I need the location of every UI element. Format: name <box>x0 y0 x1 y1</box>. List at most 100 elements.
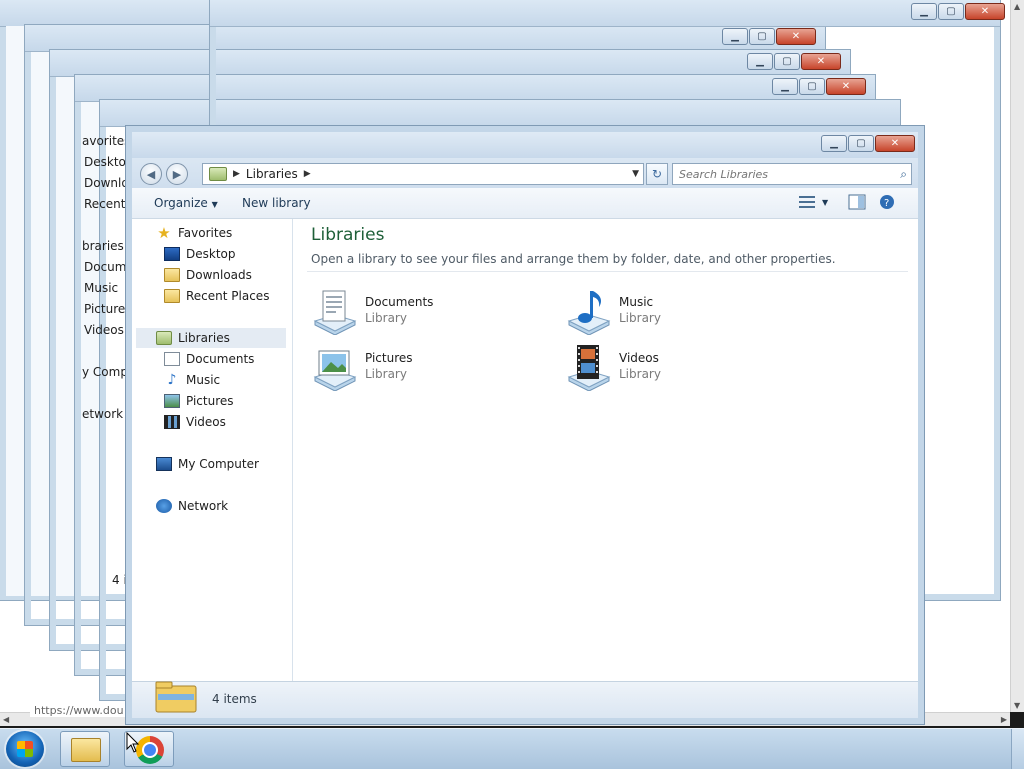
new-library-button[interactable]: New library <box>242 196 311 210</box>
minimize-button[interactable]: ▁ <box>821 135 847 152</box>
close-button[interactable]: ✕ <box>875 135 915 152</box>
library-type: Library <box>365 367 407 381</box>
nav-favorites-label: Favorites <box>178 226 233 240</box>
music-icon: ♪ <box>167 372 177 388</box>
browser-status-url: https://www.dou <box>30 704 128 717</box>
search-icon[interactable]: ⌕ <box>900 167 907 182</box>
videos-library-icon <box>567 345 611 391</box>
ghost-nav-libraries: braries <box>82 239 124 253</box>
ghost-nav-pictures: Pictures <box>84 302 132 316</box>
nav-desktop-label: Desktop <box>186 247 236 261</box>
search-input[interactable] <box>673 166 881 182</box>
library-name: Pictures <box>365 351 413 365</box>
close-icon: ✕ <box>965 3 1005 20</box>
nav-music-label: Music <box>186 373 221 387</box>
window-titlebar[interactable]: ▁ ▢ ✕ <box>132 132 918 158</box>
ghost-nav-videos: Videos <box>84 323 124 337</box>
show-desktop-button[interactable] <box>1011 729 1024 769</box>
scroll-left-arrow-icon[interactable]: ◀ <box>3 715 9 724</box>
scroll-down-arrow-icon[interactable]: ▼ <box>1014 701 1020 710</box>
explorer-folder-icon <box>71 738 101 762</box>
mouse-cursor-icon <box>126 732 140 753</box>
page-subtitle: Open a library to see your files and arr… <box>311 252 836 266</box>
downloads-folder-icon <box>164 268 180 282</box>
background-vertical-scrollbar[interactable]: ▲ ▼ <box>1010 0 1024 712</box>
nav-my-computer[interactable]: My Computer <box>156 454 259 474</box>
nav-documents[interactable]: Documents <box>164 349 254 369</box>
back-button[interactable]: ◀ <box>140 163 162 185</box>
videos-icon <box>164 415 180 429</box>
change-view-icon[interactable] <box>798 194 816 210</box>
ghost-nav-favorites: avorites <box>82 134 131 148</box>
header-divider <box>307 271 908 272</box>
library-name: Videos <box>619 351 659 365</box>
nav-pictures-label: Pictures <box>186 394 234 408</box>
nav-music[interactable]: ♪ Music <box>164 370 221 390</box>
ghost-nav-music: Music <box>84 281 119 295</box>
minimize-icon: ▁ <box>911 3 937 20</box>
desktop-icon <box>164 247 180 261</box>
pictures-library-icon <box>313 350 357 391</box>
network-icon <box>156 499 172 513</box>
nav-downloads[interactable]: Downloads <box>164 265 252 285</box>
view-options-chevron-icon[interactable]: ▼ <box>822 198 828 207</box>
ghost-nav-desktop: Deskto <box>84 155 126 169</box>
ghost-item-count: 4 i <box>112 573 127 587</box>
nav-network[interactable]: Network <box>156 496 228 516</box>
taskbar-explorer-button[interactable] <box>60 731 110 767</box>
libraries-icon <box>209 167 227 181</box>
address-bar[interactable]: ▶ Libraries ▶ ▼ <box>202 163 644 185</box>
nav-documents-label: Documents <box>186 352 255 366</box>
nav-downloads-label: Downloads <box>186 268 252 282</box>
library-name: Music <box>619 295 654 309</box>
library-pictures[interactable]: Pictures Library <box>311 343 551 393</box>
scroll-up-arrow-icon[interactable]: ▲ <box>1014 2 1020 11</box>
pictures-icon <box>164 394 180 408</box>
breadcrumb-arrow-icon[interactable]: ▶ <box>233 169 240 179</box>
details-pane: 4 items <box>132 681 918 718</box>
search-box[interactable]: ⌕ <box>672 163 912 185</box>
chevron-down-icon: ▼ <box>211 200 218 209</box>
library-documents[interactable]: Documents Library <box>311 287 551 337</box>
svg-text:?: ? <box>884 198 889 209</box>
computer-icon <box>156 457 172 471</box>
forward-button[interactable]: ▶ <box>166 163 188 185</box>
library-videos[interactable]: Videos Library <box>565 343 805 393</box>
window-caption-buttons: ▁ ▢ ✕ <box>820 135 915 152</box>
nav-libraries-label: Libraries <box>178 331 230 345</box>
maximize-button[interactable]: ▢ <box>848 135 874 152</box>
close-icon: ✕ <box>890 138 900 149</box>
breadcrumb-libraries[interactable]: Libraries <box>246 167 298 181</box>
nav-pictures[interactable]: Pictures <box>164 391 234 411</box>
documents-icon <box>164 352 180 366</box>
command-bar: Organize ▼ New library ▼ ? <box>132 188 918 219</box>
preview-pane-icon[interactable] <box>848 194 866 210</box>
library-type: Library <box>365 311 407 325</box>
back-arrow-icon: ◀ <box>146 167 156 181</box>
nav-videos[interactable]: Videos <box>164 412 226 432</box>
content-pane: Libraries Open a library to see your fil… <box>293 219 918 682</box>
organize-button[interactable]: Organize ▼ <box>154 196 218 210</box>
library-music[interactable]: Music Library <box>565 287 805 337</box>
nav-recent-places[interactable]: Recent Places <box>164 286 269 306</box>
nav-recent-places-label: Recent Places <box>186 289 270 303</box>
forward-arrow-icon: ▶ <box>172 167 182 181</box>
minimize-icon: ▁ <box>830 138 838 149</box>
nav-favorites[interactable]: ★ Favorites <box>156 223 232 243</box>
address-dropdown-icon[interactable]: ▼ <box>632 169 639 179</box>
nav-libraries[interactable]: Libraries <box>136 328 286 348</box>
refresh-button[interactable]: ↻ <box>646 163 668 185</box>
page-title: Libraries <box>311 225 385 245</box>
libraries-icon <box>156 331 172 345</box>
scroll-right-arrow-icon[interactable]: ▶ <box>1001 715 1007 724</box>
start-button[interactable] <box>6 731 44 767</box>
help-icon[interactable]: ? <box>878 194 896 210</box>
library-type: Library <box>619 311 661 325</box>
libraries-folder-icon <box>155 681 197 713</box>
ghost-nav-network: etwork <box>82 407 124 421</box>
breadcrumb-arrow-icon[interactable]: ▶ <box>304 169 311 179</box>
refresh-icon: ↻ <box>651 167 663 181</box>
nav-desktop[interactable]: Desktop <box>164 244 236 264</box>
library-type: Library <box>619 367 661 381</box>
nav-network-label: Network <box>178 499 229 513</box>
